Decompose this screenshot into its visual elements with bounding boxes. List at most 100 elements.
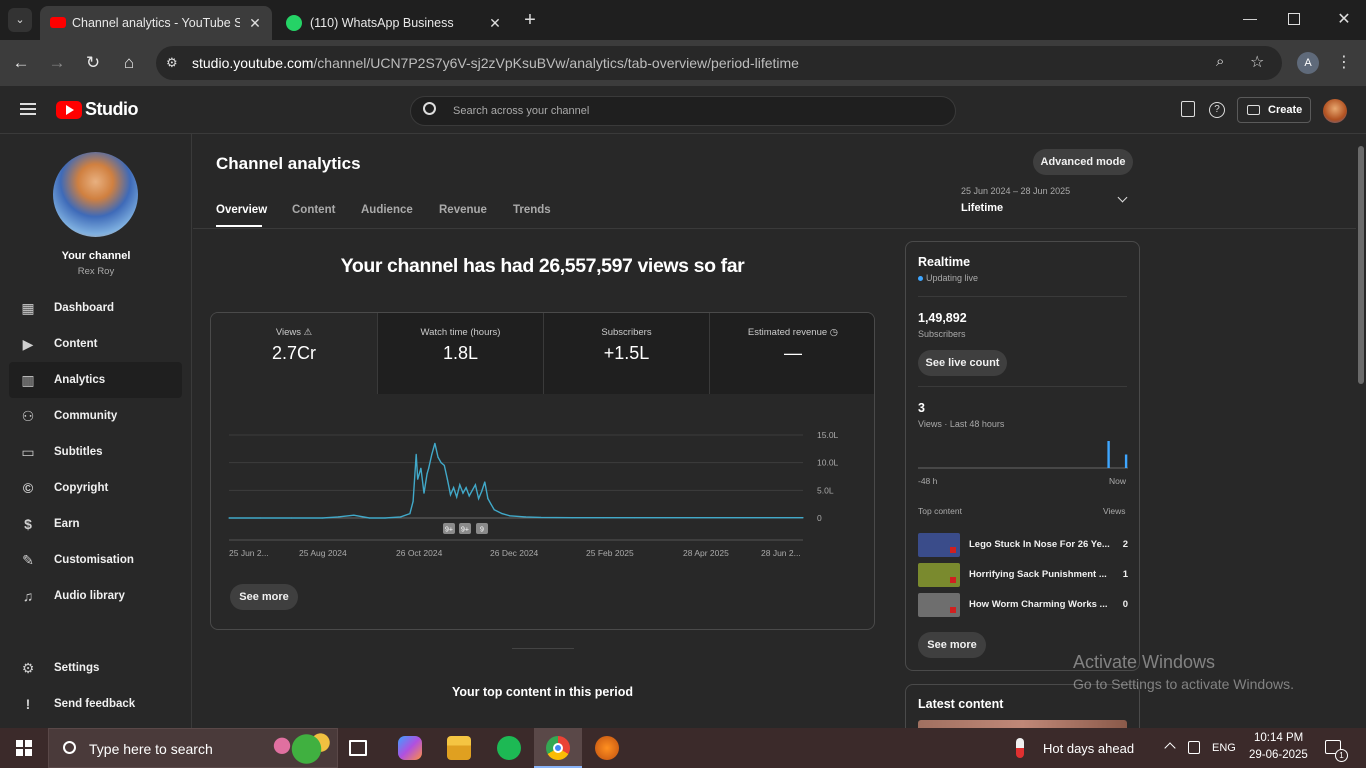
metric-views[interactable]: Views ⚠ 2.7Cr <box>211 313 377 394</box>
see-more-button[interactable]: See more <box>230 584 298 610</box>
realtime-see-more-button[interactable]: See more <box>918 632 986 658</box>
tab-audience[interactable]: Audience <box>361 204 413 216</box>
tab-close-icon[interactable]: ✕ <box>486 14 504 32</box>
metric-watch-time[interactable]: Watch time (hours) 1.8L <box>377 313 543 394</box>
video-publish-marker-label: 9+ <box>445 527 453 534</box>
views-data-point <box>571 517 573 519</box>
views-data-point <box>384 517 386 519</box>
top-content-item[interactable]: Horrifying Sack Punishment ... 1 <box>918 563 1128 587</box>
realtime-axis-right: Now <box>1109 476 1127 486</box>
new-tab-button[interactable]: + <box>520 8 540 32</box>
sidebar-item-dashboard[interactable]: ▦ Dashboard <box>9 290 182 326</box>
tab-close-icon[interactable]: ✕ <box>246 14 264 32</box>
channel-search[interactable]: Search across your channel <box>410 96 956 126</box>
tab-search-button[interactable]: ⌄ <box>8 8 32 32</box>
fl-studio-icon[interactable] <box>595 736 619 760</box>
windows-start-icon[interactable] <box>16 740 32 756</box>
views-line-chart: 15.0L 10.0L 5.0L 0 25 Jun 2... 25 Aug 2024 26 … <box>228 430 839 558</box>
tab-content[interactable]: Content <box>292 204 335 216</box>
forward-arrow-icon[interactable]: → <box>46 52 68 74</box>
reload-icon[interactable]: ↻ <box>82 52 104 74</box>
file-explorer-icon[interactable] <box>447 736 471 760</box>
hamburger-menu-icon[interactable] <box>20 103 36 115</box>
copilot-icon[interactable] <box>398 736 422 760</box>
views-data-point <box>540 516 542 519</box>
create-button[interactable]: Create <box>1237 97 1311 123</box>
spotify-icon[interactable] <box>497 736 521 760</box>
live-dot-icon <box>918 276 923 281</box>
tab-overview[interactable]: Overview <box>216 204 267 216</box>
views-data-point <box>399 516 402 518</box>
browser-tab-bar: ⌄ Channel analytics - YouTube Stu ✕ (110… <box>0 0 1366 40</box>
home-icon[interactable]: ⌂ <box>118 52 140 74</box>
back-arrow-icon[interactable]: ← <box>10 52 32 74</box>
x-tick-label: 25 Aug 2024 <box>299 548 347 558</box>
browser-menu-icon[interactable]: ⋮ <box>1336 52 1352 74</box>
views-data-point <box>428 467 430 469</box>
sidebar-item-settings[interactable]: ⚙ Settings <box>9 650 182 686</box>
views-data-point <box>417 478 419 480</box>
youtube-logo-icon[interactable] <box>56 101 82 119</box>
weather-text[interactable]: Hot days ahead <box>1043 741 1134 756</box>
zoom-icon[interactable]: ⌕ <box>1216 53 1224 70</box>
realtime-card: Realtime Updating live 1,49,892 Subscrib… <box>905 241 1140 671</box>
community-icon: ⚇ <box>21 408 35 424</box>
section-divider <box>512 648 574 649</box>
sidebar-item-copyright[interactable]: © Copyright <box>9 470 182 506</box>
views-data-point <box>481 490 483 493</box>
help-icon[interactable]: ? <box>1209 102 1225 118</box>
meet-now-icon[interactable] <box>1188 741 1200 754</box>
metric-subscribers[interactable]: Subscribers +1.5L <box>543 313 709 394</box>
see-live-count-button[interactable]: See live count <box>918 350 1007 376</box>
views-data-point <box>602 517 604 519</box>
release-notes-icon[interactable] <box>1181 101 1195 117</box>
sidebar-item-analytics[interactable]: ▥ Analytics <box>9 362 182 398</box>
restore-icon[interactable] <box>1288 13 1300 25</box>
search-icon <box>423 102 436 115</box>
task-view-icon[interactable] <box>349 740 367 756</box>
top-content-item[interactable]: How Worm Charming Works ... 0 <box>918 593 1128 617</box>
sidebar-item-subtitles[interactable]: ▭ Subtitles <box>9 434 182 470</box>
activate-windows-watermark: Activate Windows Go to Settings to activ… <box>1073 652 1294 692</box>
minimize-icon[interactable]: — <box>1240 10 1260 30</box>
bookmark-star-icon[interactable]: ☆ <box>1250 52 1264 72</box>
views-data-point <box>446 478 448 480</box>
chevron-up-icon[interactable] <box>1164 742 1176 754</box>
views-data-point <box>415 453 417 455</box>
scrollbar[interactable] <box>1356 134 1366 728</box>
advanced-mode-button[interactable]: Advanced mode <box>1033 149 1133 175</box>
account-avatar[interactable] <box>1323 99 1347 123</box>
sidebar-item-audio-library[interactable]: ♫ Audio library <box>9 578 182 614</box>
taskbar-search-box[interactable]: Type here to search <box>48 728 338 768</box>
clock-time[interactable]: 10:14 PM <box>1254 732 1303 744</box>
channel-avatar[interactable] <box>53 152 138 237</box>
top-content-item[interactable]: Lego Stuck In Nose For 26 Ye... 2 <box>918 533 1128 557</box>
divider <box>918 296 1127 297</box>
tab-revenue[interactable]: Revenue <box>439 204 487 216</box>
period-selector[interactable]: 25 Jun 2024 – 28 Jun 2025 Lifetime <box>961 186 1133 220</box>
views-data-point <box>353 514 355 516</box>
site-settings-icon[interactable]: ⚙ <box>166 55 178 71</box>
sidebar-item-send-feedback[interactable]: ! Send feedback <box>9 686 182 722</box>
views-data-point <box>423 492 425 494</box>
realtime-status: Updating live <box>926 273 979 283</box>
sidebar-item-community[interactable]: ⚇ Community <box>9 398 182 434</box>
metric-estimated-revenue[interactable]: Estimated revenue ◷ — <box>709 313 874 394</box>
chrome-taskbar-button[interactable] <box>534 728 582 768</box>
tab-whatsapp[interactable]: (110) WhatsApp Business ✕ <box>276 6 512 40</box>
language-indicator[interactable]: ENG <box>1212 742 1236 754</box>
tab-channel-analytics[interactable]: Channel analytics - YouTube Stu ✕ <box>40 6 272 40</box>
sidebar-item-earn[interactable]: $ Earn <box>9 506 182 542</box>
profile-avatar[interactable]: A <box>1297 52 1319 74</box>
sidebar-item-content[interactable]: ▶ Content <box>9 326 182 362</box>
clock-date[interactable]: 29-06-2025 <box>1249 749 1308 761</box>
x-tick-label: 28 Apr 2025 <box>683 548 729 558</box>
window-close-icon[interactable]: ✕ <box>1334 9 1354 29</box>
taskbar-search-input[interactable]: Type here to search <box>89 741 213 757</box>
views-data-point <box>696 517 698 519</box>
sidebar-item-customisation[interactable]: ✎ Customisation <box>9 542 182 578</box>
url-omnibox[interactable]: ⚙ studio.youtube.com/channel/UCN7P2S7y6V… <box>156 46 1282 80</box>
views-data-point <box>412 500 414 502</box>
search-input[interactable]: Search across your channel <box>453 105 589 117</box>
tab-trends[interactable]: Trends <box>513 204 551 216</box>
